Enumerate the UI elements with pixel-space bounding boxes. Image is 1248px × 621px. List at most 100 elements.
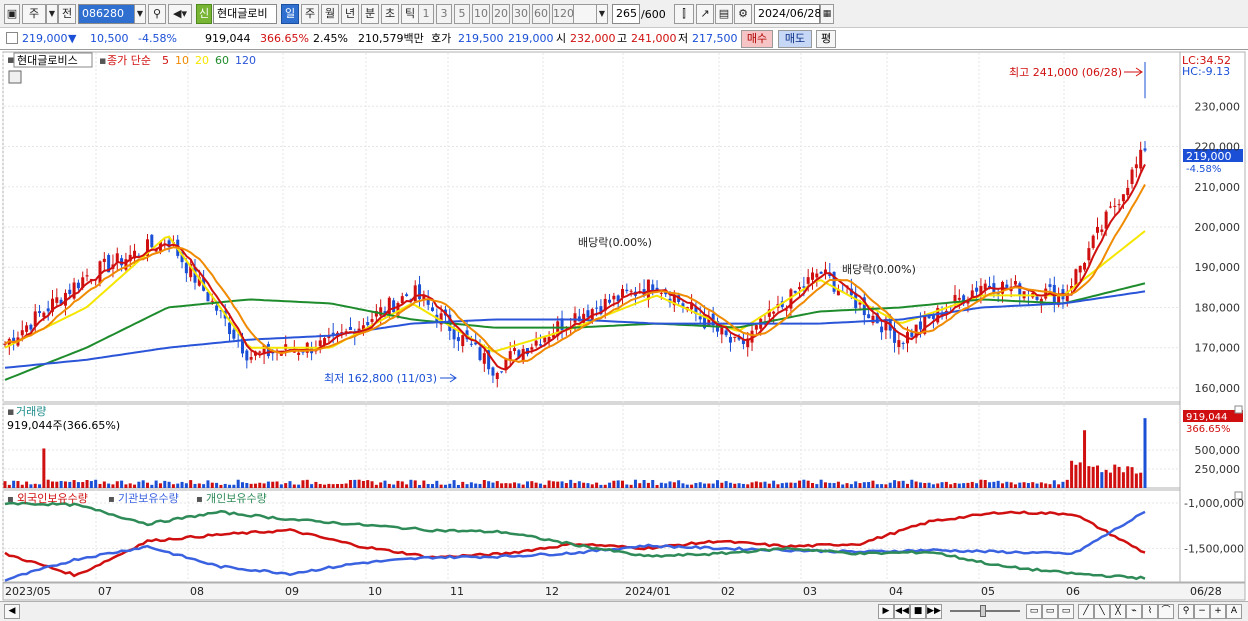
- volume-menu-icon[interactable]: ▪: [7, 405, 14, 418]
- candle-body: [461, 335, 465, 347]
- trade-amount: 210,579백만: [358, 32, 424, 45]
- volume-bar: [707, 483, 711, 488]
- sell-button[interactable]: 매도: [778, 30, 812, 48]
- interval-button-60[interactable]: 60: [532, 4, 550, 24]
- period-button-6[interactable]: 틱: [401, 4, 419, 24]
- draw-line-icon-6[interactable]: ⌒: [1158, 604, 1174, 619]
- stop-icon[interactable]: ■: [910, 604, 926, 619]
- zoom-out-icon[interactable]: −: [1194, 604, 1210, 619]
- volume-bar: [124, 484, 128, 488]
- font-size-icon[interactable]: A: [1226, 604, 1242, 619]
- candle-body: [595, 307, 599, 309]
- candle-body: [724, 330, 728, 336]
- volume-title: 거래량: [16, 405, 46, 418]
- speaker-icon[interactable]: ◀▾: [168, 4, 192, 24]
- gear-icon[interactable]: ⚙: [734, 4, 752, 24]
- period-button-2[interactable]: 월: [321, 4, 339, 24]
- candle-body: [975, 287, 979, 292]
- volume-bar: [754, 481, 758, 488]
- volume-bar: [107, 483, 111, 488]
- interval-button-3[interactable]: 3: [436, 4, 452, 24]
- candle-body: [793, 290, 797, 293]
- period-button-0[interactable]: 일: [281, 4, 299, 24]
- draw-line-icon-3[interactable]: ╳: [1110, 604, 1126, 619]
- zoom-search-icon[interactable]: ⚲: [1178, 604, 1194, 619]
- scroll-right-icon[interactable]: ▶: [878, 604, 894, 619]
- window-icon-1[interactable]: ▭: [1026, 604, 1042, 619]
- eval-button[interactable]: 평: [816, 30, 836, 48]
- code-dropdown-icon[interactable]: ▼: [134, 4, 146, 24]
- price-change: 10,500: [90, 32, 129, 45]
- period-button-1[interactable]: 주: [301, 4, 319, 24]
- volume-bar: [176, 483, 180, 488]
- stock-code-input[interactable]: 086280: [78, 4, 136, 24]
- prev-button[interactable]: 전: [58, 4, 76, 24]
- volume-bar: [370, 481, 374, 488]
- interval-button-1[interactable]: 1: [418, 4, 434, 24]
- scroll-left-icon[interactable]: ◀: [4, 604, 20, 619]
- stock-name-field[interactable]: 현대글로비: [213, 4, 277, 24]
- market-select[interactable]: 주: [22, 4, 46, 24]
- draw-line-icon-2[interactable]: ╲: [1094, 604, 1110, 619]
- high-price: 241,000: [631, 32, 677, 45]
- volume-tick-label: 500,000: [1195, 444, 1241, 457]
- volume-close-icon[interactable]: [1234, 405, 1243, 414]
- candle-body: [469, 343, 473, 345]
- candle-body: [405, 294, 409, 297]
- candle-type-icon[interactable]: ⫿: [674, 4, 694, 24]
- period-button-3[interactable]: 년: [341, 4, 359, 24]
- volume-bar: [1052, 480, 1056, 488]
- draw-line-icon-5[interactable]: ⌇: [1142, 604, 1158, 619]
- draw-line-icon-1[interactable]: ╱: [1078, 604, 1094, 619]
- volume-bar: [927, 482, 931, 488]
- calculator-icon[interactable]: [8, 70, 22, 84]
- holdings-menu-icon[interactable]: ▪: [7, 494, 14, 505]
- volume-bar: [664, 483, 668, 488]
- window-icon-3[interactable]: ▭: [1058, 604, 1074, 619]
- indicator-icon[interactable]: ↗: [696, 4, 714, 24]
- panel-menu-icon[interactable]: ▪: [7, 53, 14, 66]
- candle-body: [629, 290, 633, 292]
- interval-button-30[interactable]: 30: [512, 4, 530, 24]
- interval-button-10[interactable]: 10: [472, 4, 490, 24]
- volume-bar: [495, 481, 499, 488]
- date-input[interactable]: 2024/06/28: [754, 4, 821, 24]
- candle-body: [1100, 229, 1104, 232]
- volume-bar: [914, 481, 918, 488]
- volume-bar: [871, 480, 875, 488]
- bar-count-input[interactable]: 265: [612, 4, 640, 24]
- window-icon-2[interactable]: ▭: [1042, 604, 1058, 619]
- volume-bar: [1013, 484, 1017, 488]
- candle-body: [431, 307, 434, 312]
- holdings-tick-label: -1,500,000: [1184, 542, 1244, 555]
- volume-bar: [703, 483, 707, 488]
- candle-body: [1130, 169, 1134, 185]
- interval-dropdown-icon[interactable]: ▼: [596, 4, 608, 24]
- interval-button-5[interactable]: 5: [454, 4, 470, 24]
- buy-button[interactable]: 매수: [741, 30, 773, 48]
- rewind-icon[interactable]: ◀◀: [894, 604, 910, 619]
- calendar-icon[interactable]: ▦: [820, 4, 834, 24]
- volume-bar: [456, 484, 460, 488]
- zoom-slider-thumb[interactable]: [980, 605, 986, 617]
- search-icon[interactable]: ⚲: [148, 4, 166, 24]
- layout-icon[interactable]: ▣: [4, 4, 20, 24]
- legend-sep-icon-1: ▪: [108, 494, 115, 505]
- market-dropdown-icon[interactable]: ▼: [46, 4, 58, 24]
- interval-button-20[interactable]: 20: [492, 4, 510, 24]
- fast-forward-icon[interactable]: ▶▶: [926, 604, 942, 619]
- stock-chart[interactable]: ▪ 현대글로비스 ▪ 종가 단순 5 10 20 60 120 LC:34.52 HC:…: [0, 50, 1248, 602]
- quote-bar: 219,000 ▼ 10,500 -4.58% 919,044 366.65% …: [0, 28, 1248, 50]
- volume-bar: [310, 484, 314, 488]
- save-icon[interactable]: ▤: [715, 4, 733, 24]
- draw-line-icon-4[interactable]: ⌁: [1126, 604, 1142, 619]
- candle-body: [910, 332, 914, 337]
- period-button-4[interactable]: 분: [361, 4, 379, 24]
- volume-bar: [655, 484, 659, 488]
- interval-button-120[interactable]: 120: [552, 4, 574, 24]
- candle-body: [621, 288, 624, 298]
- candle-body: [1048, 284, 1052, 288]
- zoom-in-icon[interactable]: +: [1210, 604, 1226, 619]
- period-button-5[interactable]: 초: [381, 4, 399, 24]
- quote-toggle-icon[interactable]: [6, 32, 18, 44]
